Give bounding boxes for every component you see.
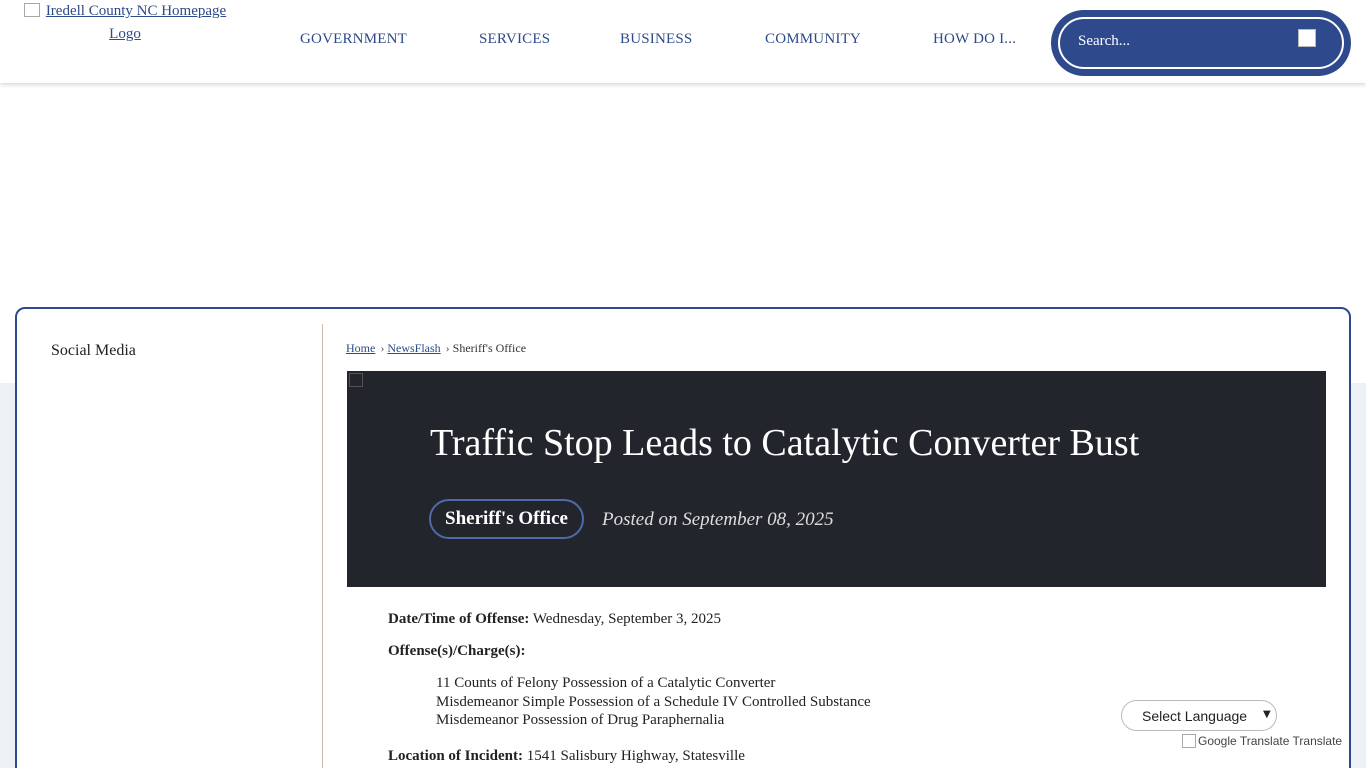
breadcrumb: Home › NewsFlash › Sheriff's Office [346, 341, 526, 356]
category-badge[interactable]: Sheriff's Office [429, 499, 584, 539]
breadcrumb-separator: › [380, 341, 385, 355]
broken-image-icon [349, 373, 363, 387]
charges-label: Offense(s)/Charge(s): [388, 643, 526, 659]
breadcrumb-separator: › [445, 341, 450, 355]
content-card: Social Media Home › NewsFlash › Sheriff's Of… [15, 307, 1351, 768]
charge-item: Misdemeanor Simple Possession of a Sched… [436, 693, 871, 710]
broken-image-icon [1182, 734, 1196, 748]
site-logo[interactable]: Iredell County NC Homepage Logo [14, 0, 236, 46]
charges-heading-row: Offense(s)/Charge(s): [388, 643, 525, 660]
search-field-frame [1058, 17, 1344, 69]
posted-date: Posted on September 08, 2025 [602, 509, 834, 530]
breadcrumb-newsflash[interactable]: NewsFlash [387, 341, 440, 355]
location-value: 1541 Salisbury Highway, Statesville [526, 748, 745, 764]
article-title: Traffic Stop Leads to Catalytic Converte… [430, 422, 1140, 464]
site-header: Iredell County NC Homepage Logo GOVERNME… [0, 0, 1366, 83]
nav-community[interactable]: COMMUNITY [765, 31, 861, 48]
nav-business[interactable]: BUSINESS [620, 31, 692, 48]
location-label: Location of Incident: [388, 748, 523, 764]
offense-date-row: Date/Time of Offense: Wednesday, Septemb… [388, 611, 721, 628]
article-hero: Traffic Stop Leads to Catalytic Converte… [347, 371, 1326, 587]
breadcrumb-current: Sheriff's Office [452, 341, 527, 355]
charge-item: Misdemeanor Possession of Drug Paraphern… [436, 712, 725, 728]
location-row: Location of Incident: 1541 Salisbury Hig… [388, 748, 745, 765]
charge-item: 11 Counts of Felony Possession of a Cata… [436, 675, 776, 691]
google-translate-credit[interactable]: Google Translate Translate [1182, 734, 1342, 748]
offense-date-value: Wednesday, September 3, 2025 [532, 611, 722, 627]
column-divider [322, 324, 323, 768]
translate-link[interactable]: Translate [1293, 734, 1343, 748]
charges-list: 11 Counts of Felony Possession of a Cata… [436, 674, 871, 730]
search-box [1051, 10, 1351, 76]
sidebar-social-media-heading: Social Media [51, 342, 136, 359]
nav-government[interactable]: GOVERNMENT [300, 31, 407, 48]
search-icon[interactable] [1298, 29, 1316, 47]
nav-how-do-i[interactable]: HOW DO I... [933, 31, 1016, 48]
language-select[interactable]: Select Language [1121, 700, 1277, 731]
logo-link[interactable]: Iredell County NC Homepage Logo [46, 3, 226, 42]
nav-services[interactable]: SERVICES [479, 31, 550, 48]
search-input[interactable] [1078, 33, 1278, 50]
google-translate-alt: Google Translate [1198, 734, 1290, 748]
breadcrumb-home[interactable]: Home [346, 341, 375, 355]
offense-date-label: Date/Time of Offense: [388, 611, 530, 627]
broken-image-icon [23, 3, 40, 17]
